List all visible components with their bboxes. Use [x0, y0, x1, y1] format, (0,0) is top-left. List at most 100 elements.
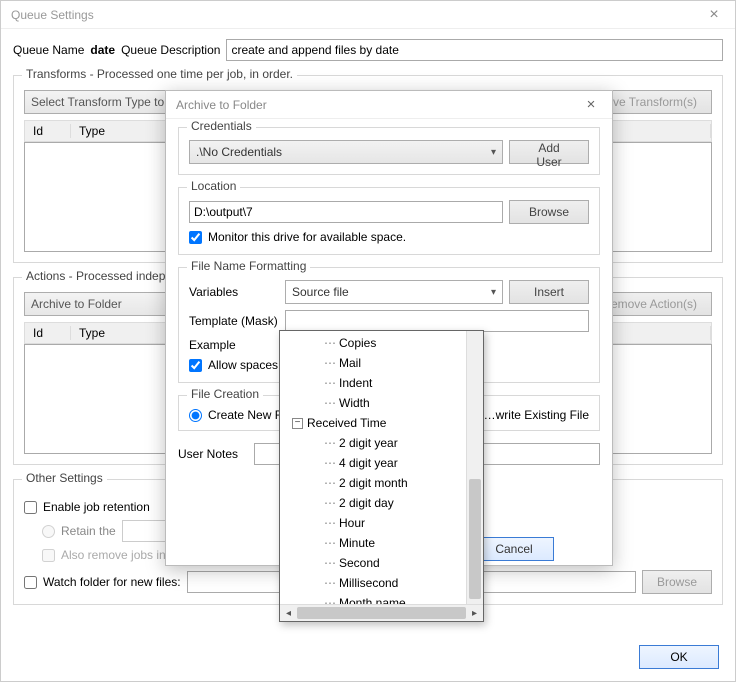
dropdown-item[interactable]: ⋯ 2 digit month [280, 473, 483, 493]
dropdown-item-label: 2 digit year [339, 436, 398, 450]
tree-guide-icon: ⋯ [324, 396, 335, 410]
collapse-icon[interactable]: − [292, 418, 303, 429]
dropdown-item[interactable]: ⋯Minute [280, 533, 483, 553]
enable-retention-label: Enable job retention [43, 500, 150, 514]
dropdown-item[interactable]: ⋯ 2 digit year [280, 433, 483, 453]
col-id: Id [25, 326, 71, 340]
close-icon[interactable]: × [699, 6, 729, 24]
titlebar: Queue Settings × [1, 1, 735, 29]
variables-label: Variables [189, 285, 279, 299]
dropdown-item[interactable]: ⋯ Millisecond [280, 573, 483, 593]
chevron-down-icon: ▾ [491, 287, 496, 298]
template-label: Template (Mask) [189, 314, 279, 328]
overwrite-label: …write Existing File [484, 408, 589, 422]
location-input[interactable] [189, 201, 503, 223]
queue-desc-input[interactable] [226, 39, 723, 61]
queue-name-value: date [90, 43, 115, 57]
transforms-legend: Transforms - Processed one time per job,… [22, 67, 297, 81]
dropdown-item-label: Mail [339, 356, 361, 370]
scroll-right-icon[interactable]: ▸ [466, 605, 483, 621]
create-new-radio[interactable] [189, 409, 202, 422]
scrollbar-track[interactable] [297, 607, 466, 619]
creation-legend: File Creation [187, 387, 263, 401]
insert-button[interactable]: Insert [509, 280, 589, 304]
queue-header-row: Queue Name date Queue Description [13, 39, 723, 61]
window-title: Queue Settings [11, 8, 94, 22]
modal-body: Credentials .\No Credentials ▾ Add User … [166, 119, 612, 473]
usernotes-label: User Notes [178, 447, 248, 461]
dropdown-item[interactable]: ⋯ Mail [280, 353, 483, 373]
tree-guide-icon: ⋯ [324, 496, 335, 510]
dropdown-item[interactable]: ⋯ Second [280, 553, 483, 573]
dropdown-item[interactable]: ⋯ Copies [280, 333, 483, 353]
retain-the-label: Retain the [61, 524, 116, 538]
retain-the-radio[interactable] [42, 525, 55, 538]
queue-name-label: Queue Name [13, 43, 84, 57]
location-browse-button[interactable]: Browse [509, 200, 589, 224]
dropdown-item[interactable]: ⋯4 digit year [280, 453, 483, 473]
modal-titlebar: Archive to Folder × [166, 91, 612, 119]
watch-browse-button[interactable]: Browse [642, 570, 712, 594]
modal-title: Archive to Folder [176, 98, 267, 112]
dropdown-item-label: 2 digit month [339, 476, 408, 490]
tree-guide-icon: ⋯ [324, 596, 335, 604]
cancel-button[interactable]: Cancel [474, 537, 554, 561]
tree-guide-icon: ⋯ [324, 576, 335, 590]
dropdown-item[interactable]: ⋯Month name [280, 593, 483, 604]
archive-modal: Archive to Folder × Credentials .\No Cre… [165, 90, 613, 566]
dropdown-item-label: Width [339, 396, 370, 410]
tree-guide-icon: ⋯ [324, 356, 335, 370]
dropdown-item-label: Hour [339, 516, 365, 530]
credentials-legend: Credentials [187, 119, 256, 133]
dropdown-item[interactable]: ⋯ Indent [280, 373, 483, 393]
tree-guide-icon: ⋯ [324, 376, 335, 390]
dropdown-item[interactable]: ⋯2 digit day [280, 493, 483, 513]
enable-retention-checkbox[interactable] [24, 501, 37, 514]
fnf-legend: File Name Formatting [187, 259, 310, 273]
variables-dropdown-body: ⋯Copies⋯Mail⋯Indent⋯Width−Received Time⋯… [280, 331, 483, 604]
also-remove-checkbox[interactable] [42, 549, 55, 562]
dropdown-item[interactable]: ⋯ Hour [280, 513, 483, 533]
scroll-left-icon[interactable]: ◂ [280, 605, 297, 621]
horizontal-scrollbar[interactable]: ◂ ▸ [280, 604, 483, 621]
tree-guide-icon: ⋯ [324, 336, 335, 350]
watch-folder-label: Watch folder for new files: [43, 575, 181, 589]
ok-bar: OK [639, 645, 719, 669]
allow-spaces-checkbox[interactable] [189, 359, 202, 372]
dropdown-item-label: 4 digit year [339, 456, 398, 470]
tree-guide-icon: ⋯ [324, 436, 335, 450]
add-user-button[interactable]: Add User [509, 140, 589, 164]
example-label: Example [189, 338, 279, 352]
monitor-label: Monitor this drive for available space. [208, 230, 406, 244]
variables-dropdown[interactable]: ⋯Copies⋯Mail⋯Indent⋯Width−Received Time⋯… [279, 330, 484, 622]
actions-legend: Actions - Processed indepe [22, 269, 176, 283]
credentials-value: .\No Credentials [196, 145, 282, 159]
ok-button[interactable]: OK [639, 645, 719, 669]
credentials-select[interactable]: .\No Credentials ▾ [189, 140, 503, 164]
col-id: Id [25, 124, 71, 138]
queue-desc-label: Queue Description [121, 43, 220, 57]
tree-guide-icon: ⋯ [324, 516, 335, 530]
dropdown-item-label: Indent [339, 376, 372, 390]
monitor-checkbox[interactable] [189, 231, 202, 244]
template-input[interactable] [285, 310, 589, 332]
variables-value: Source file [292, 285, 349, 299]
vertical-scrollbar[interactable] [466, 331, 483, 604]
location-legend: Location [187, 179, 240, 193]
dropdown-item[interactable]: ⋯ Width [280, 393, 483, 413]
dropdown-item-label: Second [339, 556, 380, 570]
variables-select[interactable]: Source file ▾ [285, 280, 503, 304]
tree-guide-icon: ⋯ [324, 476, 335, 490]
modal-actions: Cancel [474, 537, 554, 561]
scrollbar-thumb[interactable] [469, 479, 481, 599]
tree-guide-icon: ⋯ [324, 556, 335, 570]
dropdown-item-label: Received Time [307, 416, 386, 430]
chevron-down-icon: ▾ [491, 147, 496, 158]
dropdown-item-label: Copies [339, 336, 376, 350]
dropdown-item-label: Minute [339, 536, 375, 550]
modal-close-icon[interactable]: × [576, 96, 606, 113]
dropdown-item[interactable]: −Received Time [280, 413, 483, 433]
watch-folder-checkbox[interactable] [24, 576, 37, 589]
dropdown-item-label: Millisecond [339, 576, 398, 590]
location-group: Location Browse Monitor this drive for a… [178, 187, 600, 255]
